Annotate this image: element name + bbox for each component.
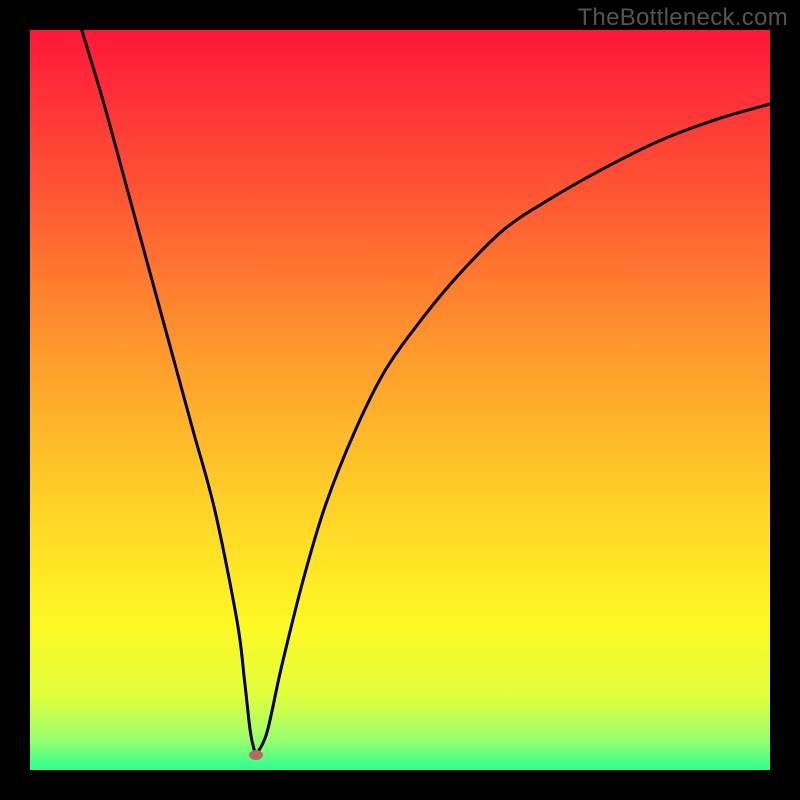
- curve-path: [82, 30, 770, 755]
- plot-area: [30, 30, 770, 770]
- watermark-label: TheBottleneck.com: [577, 4, 788, 32]
- chart-frame: TheBottleneck.com: [0, 0, 800, 800]
- curve-min-marker: [249, 750, 263, 760]
- curve-svg: [30, 30, 770, 770]
